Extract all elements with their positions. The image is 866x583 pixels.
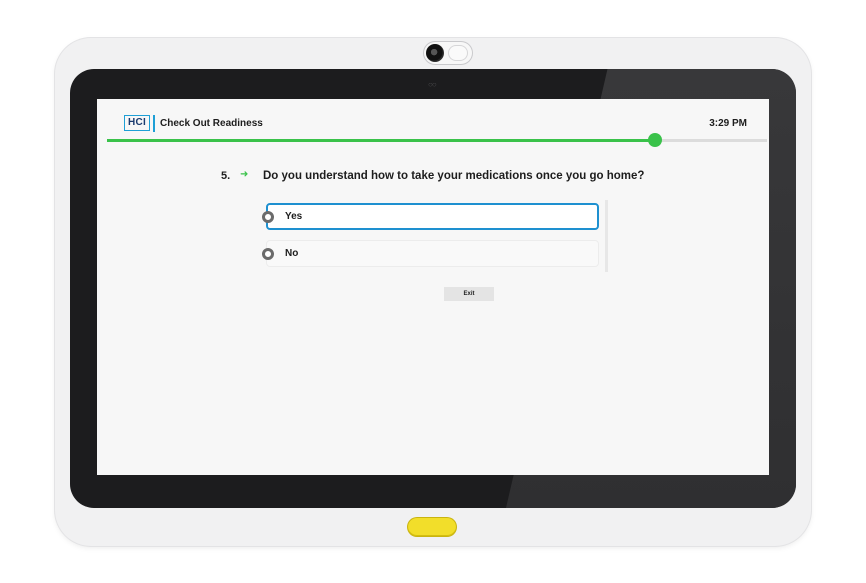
option-yes[interactable]: Yes bbox=[262, 203, 599, 230]
home-button[interactable] bbox=[408, 518, 456, 536]
camera-lens-icon bbox=[426, 44, 444, 62]
page-title: Check Out Readiness bbox=[160, 118, 263, 129]
app-screen: HCI Check Out Readiness 3:29 PM 5. ➜ Do … bbox=[97, 99, 769, 475]
logo-divider bbox=[153, 115, 155, 132]
radio-selected-icon[interactable] bbox=[262, 211, 274, 223]
camera-housing bbox=[423, 41, 473, 65]
option-label: No bbox=[285, 248, 299, 259]
option-label: Yes bbox=[285, 211, 303, 222]
option-no[interactable]: No bbox=[262, 240, 599, 267]
options-scrollbar[interactable] bbox=[605, 200, 608, 272]
progress-fill bbox=[107, 139, 655, 142]
radio-unselected-icon[interactable] bbox=[262, 248, 274, 260]
exit-button[interactable]: Exit bbox=[444, 287, 494, 301]
question-text: Do you understand how to take your medic… bbox=[263, 170, 645, 182]
camera-shutter bbox=[448, 45, 468, 61]
hci-logo: HCI bbox=[124, 115, 151, 131]
progress-bar bbox=[107, 133, 767, 147]
progress-knob bbox=[647, 133, 662, 147]
arrow-right-icon: ➜ bbox=[240, 169, 249, 180]
sensor-icon: ○○ bbox=[428, 80, 437, 89]
clock-time: 3:29 PM bbox=[709, 118, 747, 129]
header-bar: HCI Check Out Readiness 3:29 PM bbox=[97, 99, 769, 141]
question-number: 5. bbox=[221, 170, 231, 182]
